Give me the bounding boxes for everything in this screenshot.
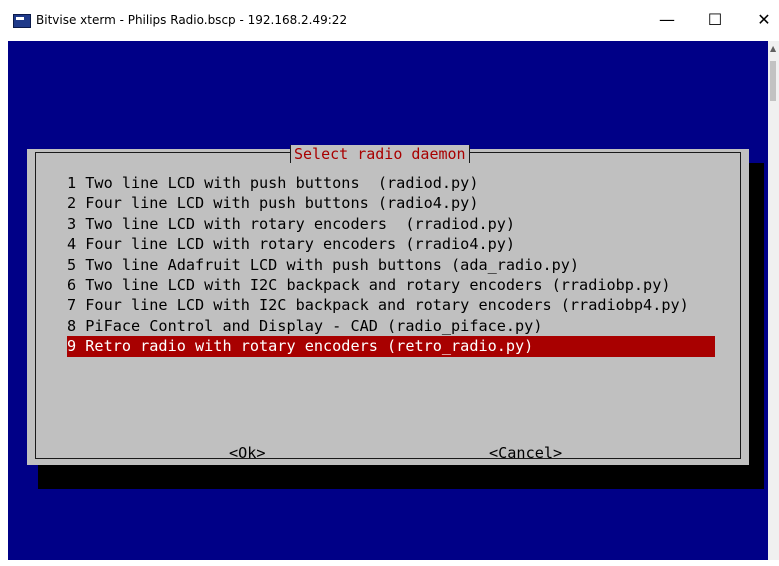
select-daemon-dialog: Select radio daemon 1 Two line LCD with … <box>27 145 749 465</box>
close-button[interactable]: ✕ <box>749 9 779 31</box>
daemon-menu: 1 Two line LCD with push buttons (radiod… <box>67 173 715 357</box>
scroll-up-icon[interactable]: ▲ <box>770 44 776 53</box>
dialog-title: Select radio daemon <box>290 145 470 163</box>
menu-item-retro-radio[interactable]: 9 Retro radio with rotary encoders (retr… <box>67 336 715 357</box>
menu-item-ada-radio[interactable]: 5 Two line Adafruit LCD with push button… <box>67 255 715 275</box>
menu-item-rradiod[interactable]: 3 Two line LCD with rotary encoders (rra… <box>67 214 715 234</box>
vertical-scrollbar[interactable]: ▲ <box>768 41 779 560</box>
menu-item-radio-piface[interactable]: 8 PiFace Control and Display - CAD (radi… <box>67 316 715 336</box>
scroll-thumb[interactable] <box>770 61 776 101</box>
menu-item-radio4[interactable]: 2 Four line LCD with push buttons (radio… <box>67 193 715 213</box>
terminal-app-icon[interactable] <box>13 14 31 28</box>
terminal-area[interactable]: Select radio daemon 1 Two line LCD with … <box>8 41 768 560</box>
cancel-button[interactable]: <Cancel> <box>489 443 562 463</box>
ok-button[interactable]: <Ok> <box>229 443 266 463</box>
window-title: Bitvise xterm - Philips Radio.bscp - 192… <box>36 13 348 27</box>
menu-item-radiod[interactable]: 1 Two line LCD with push buttons (radiod… <box>67 173 715 193</box>
window-titlebar: Bitvise xterm - Philips Radio.bscp - 192… <box>0 0 779 41</box>
menu-item-rradiobp4[interactable]: 7 Four line LCD with I2C backpack and ro… <box>67 295 715 315</box>
menu-item-rradiobp[interactable]: 6 Two line LCD with I2C backpack and rot… <box>67 275 715 295</box>
menu-item-rradio4[interactable]: 4 Four line LCD with rotary encoders (rr… <box>67 234 715 254</box>
minimize-button[interactable]: — <box>652 9 682 31</box>
maximize-button[interactable]: ☐ <box>700 9 730 31</box>
